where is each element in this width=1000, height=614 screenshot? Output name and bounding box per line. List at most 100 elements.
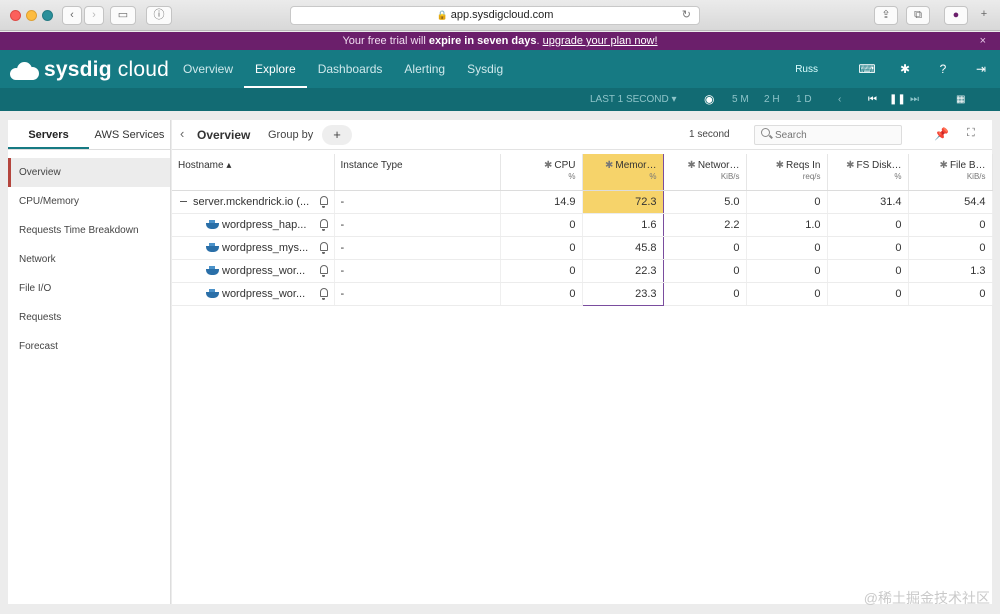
sidebar-item-requests-time-breakdown[interactable]: Requests Time Breakdown (8, 216, 170, 245)
add-group-button[interactable]: + (322, 125, 352, 145)
info-icon[interactable]: ⓘ (146, 6, 172, 25)
metrics-table: Hostname ▴ Instance Type ✱ CPU% ✱ Memor…% … (172, 154, 993, 306)
sidebar-item-network[interactable]: Network (8, 245, 170, 274)
gear-icon[interactable]: ✱ (846, 160, 854, 171)
gear-icon[interactable]: ✱ (886, 62, 924, 76)
bell-icon[interactable] (319, 218, 328, 231)
bell-icon[interactable] (319, 195, 328, 208)
logo-text-bold: sysdig (44, 58, 112, 81)
col-network[interactable]: ✱ Networ… KiB/s (663, 154, 747, 191)
host-name: wordpress_wor... (222, 287, 306, 300)
forward-icon[interactable]: ⏭ (910, 88, 919, 111)
col-instance-type[interactable]: Instance Type (334, 154, 501, 191)
nav-explore[interactable]: Explore (244, 50, 307, 88)
bell-icon[interactable] (319, 264, 328, 277)
upgrade-link[interactable]: upgrade your plan now! (543, 35, 658, 47)
search-box[interactable] (754, 125, 902, 145)
col-label: Instance Type (340, 160, 403, 171)
reqs-cell: 0 (746, 236, 828, 260)
col-reqs-in[interactable]: ✱ Reqs In req/s (746, 154, 828, 191)
bell-icon[interactable] (319, 287, 328, 300)
nav-dashboards[interactable]: Dashboards (307, 50, 394, 88)
table-row[interactable]: wordpress_wor... - 0 22.3 0 0 0 1.3 (172, 259, 993, 283)
lock-icon: 🔒 (436, 10, 448, 20)
fs-cell: 31.4 (827, 190, 909, 214)
bell-icon[interactable] (319, 241, 328, 254)
header-actions: Russ ⌨ ✱ ? ⇥ (795, 50, 1000, 88)
calendar-icon[interactable]: ▦ (956, 88, 965, 111)
logout-icon[interactable]: ⇥ (962, 62, 1000, 76)
col-cpu[interactable]: ✱ CPU% (500, 154, 583, 191)
table-row[interactable]: wordpress_mys... - 0 45.8 0 0 0 0 (172, 236, 993, 260)
tab-servers[interactable]: Servers (8, 120, 89, 149)
close-banner-icon[interactable]: × (980, 32, 986, 50)
tabs-icon[interactable]: ⧉ (906, 6, 930, 25)
cpu-cell: 0 (500, 259, 583, 283)
host-name: wordpress_hap... (222, 218, 307, 231)
address-bar[interactable]: 🔒 app.sysdigcloud.com ↻ (290, 6, 700, 25)
nav-overview[interactable]: Overview (172, 50, 244, 88)
gear-icon[interactable]: ✱ (940, 160, 948, 171)
keyboard-icon[interactable]: ⌨ (848, 62, 886, 76)
sidebar: Servers AWS Services Overview CPU/Memory… (8, 120, 171, 604)
host-cell[interactable]: server.mckendrick.io (... (172, 190, 335, 214)
col-memory[interactable]: ✱ Memor…% (581, 154, 664, 191)
table-row[interactable]: wordpress_hap... - 0 1.6 2.2 1.0 0 0 (172, 213, 993, 237)
sidebar-item-overview[interactable]: Overview (8, 158, 170, 187)
group-by-label[interactable]: Group by (268, 129, 313, 141)
new-tab-icon[interactable]: + (976, 6, 992, 25)
host-cell[interactable]: wordpress_hap... (172, 213, 335, 237)
url-text: app.sysdigcloud.com (450, 9, 554, 21)
sidebar-tabs: Servers AWS Services (8, 120, 170, 150)
share-icon[interactable]: ⇪ (874, 6, 898, 25)
col-file-bytes[interactable]: ✱ File B… KiB/s (908, 154, 993, 191)
col-hostname[interactable]: Hostname ▴ (172, 154, 335, 191)
fullscreen-icon[interactable]: ⛶ (967, 127, 975, 140)
user-name[interactable]: Russ (795, 64, 818, 75)
app-header: sysdig cloud Overview Explore Dashboards… (0, 50, 1000, 111)
minimize-window-button[interactable] (26, 10, 37, 21)
reqs-cell: 0 (746, 190, 828, 214)
zoom-window-button[interactable] (42, 10, 53, 21)
prev-page-icon[interactable]: ‹ (838, 88, 841, 111)
time-2h[interactable]: 2 H (764, 88, 780, 111)
gear-icon[interactable]: ✱ (687, 160, 695, 171)
live-target-icon[interactable]: ◉ (704, 88, 714, 111)
col-fs-disk[interactable]: ✱ FS Disk…% (827, 154, 909, 191)
host-cell[interactable]: wordpress_wor... (172, 259, 335, 283)
back-nav-icon[interactable]: ‹ (62, 6, 82, 25)
main-nav: Overview Explore Dashboards Alerting Sys… (172, 50, 514, 88)
host-cell[interactable]: wordpress_mys... (172, 236, 335, 260)
close-window-button[interactable] (10, 10, 21, 21)
pause-icon[interactable]: ❚❚ (889, 88, 906, 111)
pin-icon[interactable]: 📌 (934, 127, 949, 141)
chevron-left-icon[interactable]: ‹ (180, 126, 184, 141)
nav-alerting[interactable]: Alerting (393, 50, 456, 88)
search-input[interactable] (775, 128, 895, 142)
reload-icon[interactable]: ↻ (682, 7, 691, 24)
sidebar-toggle-icon[interactable]: ▭ (110, 6, 136, 25)
nav-sysdig[interactable]: Sysdig (456, 50, 514, 88)
time-1d[interactable]: 1 D (796, 88, 812, 111)
sidebar-item-forecast[interactable]: Forecast (8, 332, 170, 361)
tab-aws-services[interactable]: AWS Services (89, 120, 170, 149)
collapse-icon[interactable] (180, 201, 187, 203)
host-cell[interactable]: wordpress_wor... (172, 282, 335, 306)
help-icon[interactable]: ? (924, 62, 962, 76)
sidebar-item-file-io[interactable]: File I/O (8, 274, 170, 303)
sidebar-item-requests[interactable]: Requests (8, 303, 170, 332)
rewind-icon[interactable]: ⏮ (868, 88, 877, 111)
forward-nav-icon[interactable]: › (84, 6, 104, 25)
network-cell: 0 (663, 236, 747, 260)
gear-icon[interactable]: ✱ (605, 160, 613, 171)
network-cell: 0 (663, 282, 747, 306)
table-row[interactable]: server.mckendrick.io (... - 14.9 72.3 5.… (172, 190, 993, 214)
time-range-select[interactable]: LAST 1 SECOND ▾ (590, 88, 677, 111)
sysdig-logo[interactable]: sysdig cloud (10, 58, 169, 82)
table-row[interactable]: wordpress_wor... - 0 23.3 0 0 0 0 (172, 282, 993, 306)
gear-icon[interactable]: ✱ (544, 160, 552, 171)
extension-icon[interactable]: ● (944, 6, 968, 25)
gear-icon[interactable]: ✱ (776, 160, 784, 171)
sidebar-item-cpu-memory[interactable]: CPU/Memory (8, 187, 170, 216)
time-5m[interactable]: 5 M (732, 88, 749, 111)
